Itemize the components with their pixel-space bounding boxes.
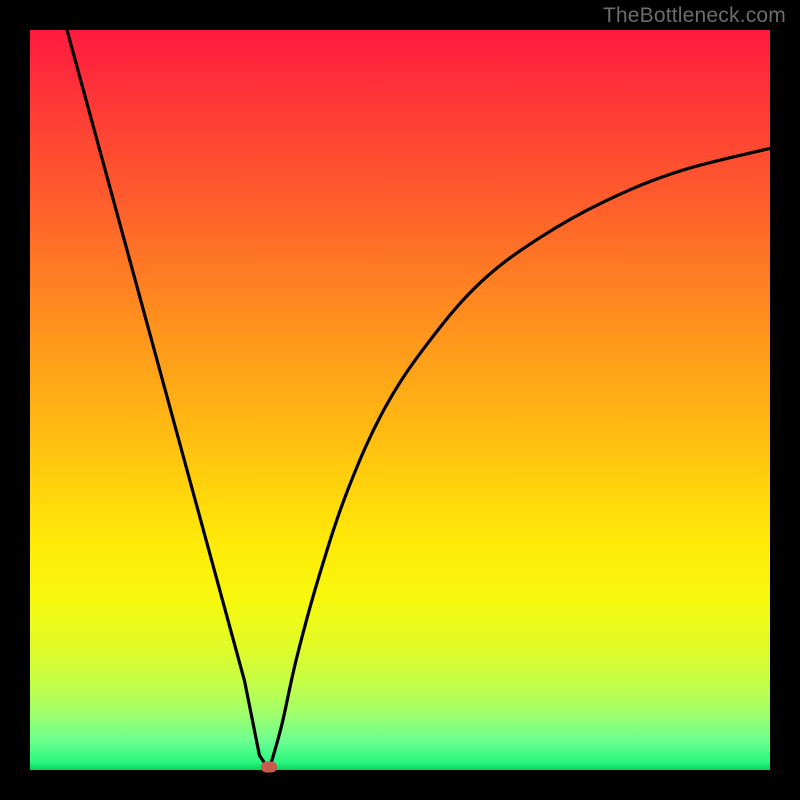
curve-layer [30, 30, 770, 770]
watermark-text: TheBottleneck.com [603, 4, 786, 28]
minimum-marker [261, 762, 277, 773]
chart-frame: TheBottleneck.com [0, 0, 800, 800]
plot-area [30, 30, 770, 770]
bottleneck-curve [67, 30, 770, 770]
